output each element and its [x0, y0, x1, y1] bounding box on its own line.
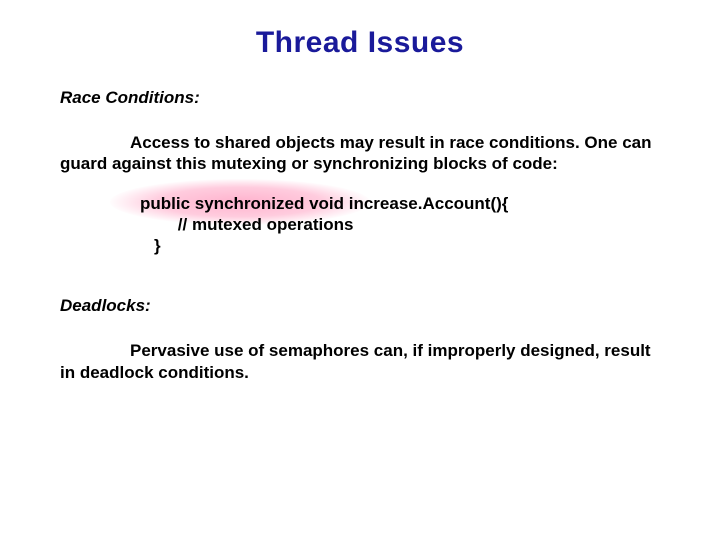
section-heading-deadlocks: Deadlocks: [60, 296, 660, 316]
para-race: Access to shared objects may result in r… [60, 132, 660, 175]
code-line-1: public synchronized void increase.Accoun… [140, 193, 660, 214]
code-line-3: } [154, 235, 660, 256]
section-heading-race: Race Conditions: [60, 88, 660, 108]
code-line-2: // mutexed operations [140, 214, 660, 235]
slide: Thread Issues Race Conditions: Access to… [0, 0, 720, 540]
slide-title: Thread Issues [60, 26, 660, 60]
para-deadlocks: Pervasive use of semaphores can, if impr… [60, 340, 660, 383]
code-block: public synchronized void increase.Accoun… [140, 193, 660, 257]
